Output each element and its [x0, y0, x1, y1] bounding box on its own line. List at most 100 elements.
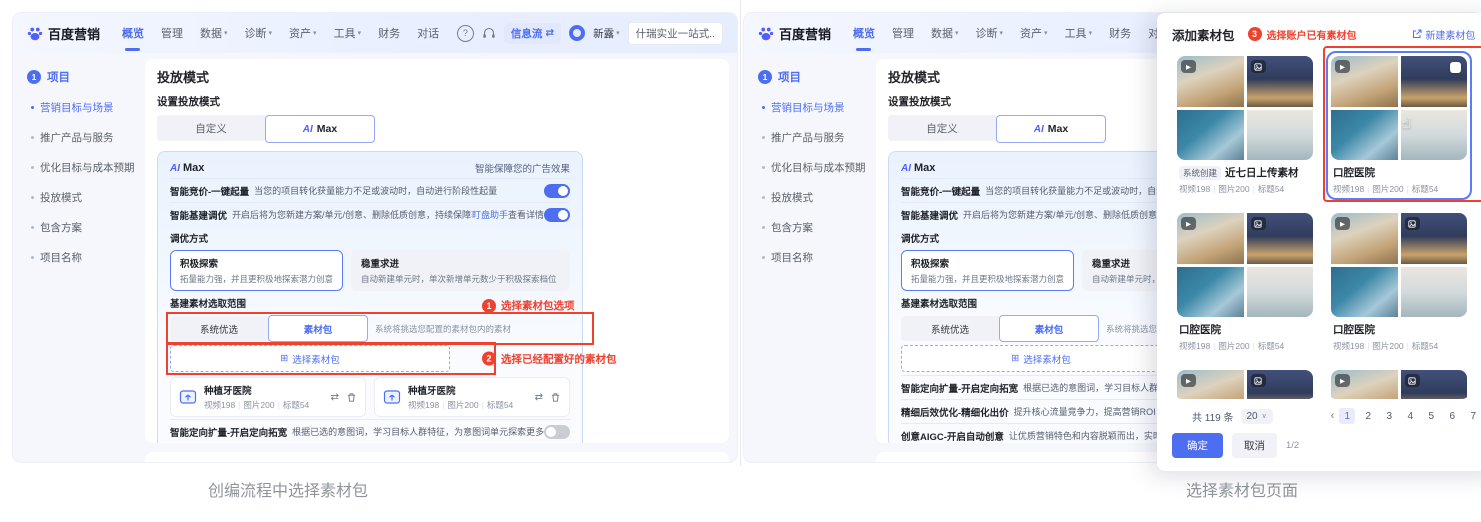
- scope-tab-system[interactable]: 系统优选: [901, 316, 999, 341]
- new-package-link[interactable]: 新建素材包: [1412, 27, 1475, 42]
- confirm-button[interactable]: 确定: [1172, 433, 1223, 458]
- page-7[interactable]: 7: [1465, 408, 1481, 424]
- annotation-step-1: 1 选择素材包选项: [482, 298, 575, 313]
- smart-bidding-row: 智能竞价-一键起量 当您的项目转化获量能力不足或波动时，自动进行阶段性起量: [170, 178, 570, 202]
- smart-infra-toggle[interactable]: [544, 207, 570, 222]
- page-3[interactable]: 3: [1381, 408, 1397, 424]
- sidebar-item-delivery-mode[interactable]: 投放模式: [27, 190, 145, 205]
- nav-item-finance[interactable]: 财务: [1109, 25, 1131, 41]
- delete-icon[interactable]: [346, 392, 357, 403]
- headset-icon[interactable]: [482, 27, 496, 40]
- package-meta: 视频198 | 图片200 | 标题54: [1179, 341, 1285, 351]
- page-size-select[interactable]: 20 ∨: [1240, 408, 1273, 424]
- annotation-step-2: 2 选择已经配置好的素材包: [482, 351, 617, 366]
- thumbnail: [1246, 266, 1313, 317]
- nav-item-overview[interactable]: 概览: [853, 25, 875, 51]
- avatar[interactable]: [569, 25, 586, 41]
- sidebar-item-included-plan[interactable]: 包含方案: [758, 220, 876, 235]
- nav-item-tools[interactable]: 工具 ▾: [334, 25, 362, 41]
- external-link-icon: [1413, 29, 1422, 38]
- thumbnail-grid: ▶: [1331, 213, 1467, 317]
- page-indicator: 1/2: [1286, 440, 1300, 451]
- scope-tab-package[interactable]: 素材包: [999, 315, 1099, 342]
- material-package-card-selected[interactable]: ▶ ☝ 口腔医院 视频198 | 图片200 | 标题54: [1326, 51, 1472, 200]
- thumbnail: [1331, 266, 1398, 317]
- comparison-screenshot: 百度营销 概览 管理 数据 ▾ 诊断 ▾ 资产 ▾ 工具 ▾ 财务 对话 ? 信息流 ⇄ …: [0, 0, 1481, 522]
- modal-footer: 确定 取消 1/2: [1172, 433, 1481, 458]
- tab-ai-max[interactable]: AI Max: [996, 115, 1106, 143]
- swap-icon[interactable]: ⇄: [331, 392, 339, 403]
- nav-item-assets[interactable]: 资产 ▾: [1020, 25, 1048, 41]
- page-1[interactable]: 1: [1339, 408, 1356, 424]
- help-icon[interactable]: ?: [456, 24, 474, 42]
- swap-icon[interactable]: ⇄: [535, 392, 543, 403]
- option-steady-progress[interactable]: 稳重求进自动新建单元时，单次新增单元数少于积极探索档位: [351, 250, 570, 291]
- material-package-card[interactable]: ▶ 口腔医院 视频198 | 图片200 | 标题54: [1172, 208, 1318, 357]
- scope-tab-package[interactable]: 素材包: [268, 315, 368, 342]
- panel-divider: [740, 0, 741, 466]
- nav-item-overview[interactable]: 概览: [122, 25, 144, 51]
- user-menu[interactable]: 新露 ▾: [593, 26, 620, 41]
- page-5[interactable]: 5: [1423, 408, 1439, 424]
- nav-item-manage[interactable]: 管理: [892, 25, 914, 41]
- material-package-card[interactable]: ▶ 口腔医院 视频198 | 图片200 | 标题54: [1326, 208, 1472, 357]
- select-package-button[interactable]: ⊞ 选择素材包: [170, 345, 450, 372]
- delete-icon[interactable]: [550, 392, 561, 403]
- nav-item-data[interactable]: 数据 ▾: [931, 25, 959, 41]
- select-package-button[interactable]: ⊞ 选择素材包: [901, 345, 1181, 372]
- thumbnail-grid: ▶: [1331, 56, 1467, 160]
- tab-custom[interactable]: 自定义: [888, 115, 996, 141]
- smart-bidding-toggle[interactable]: [544, 183, 570, 198]
- package-card[interactable]: 种植牙医院 视频198 | 图片200 | 标题54 ⇄: [170, 377, 366, 417]
- account-selector[interactable]: 什瑞实业一站式..: [627, 21, 723, 45]
- bullet-dot: [762, 136, 765, 139]
- package-card[interactable]: 种植牙医院 视频198 | 图片200 | 标题54 ⇄: [374, 377, 570, 417]
- material-package-card[interactable]: ▶: [1326, 365, 1472, 401]
- material-package-card[interactable]: ▶ 系统创建 近七日上传素材 视频198 | 图片200 | 标题54: [1172, 51, 1318, 200]
- sidebar-item-delivery-mode[interactable]: 投放模式: [758, 190, 876, 205]
- option-aggressive-explore[interactable]: 积极探索 拓量能力强，并且更积极地探索潜力创意: [901, 250, 1075, 291]
- nav-item-assets[interactable]: 资产 ▾: [289, 25, 317, 41]
- dingpan-assistant-link[interactable]: 盯盘助手: [472, 208, 508, 221]
- sidebar-item-optimization-cost[interactable]: 优化目标与成本预期: [758, 160, 876, 175]
- nav-item-diagnosis[interactable]: 诊断 ▾: [976, 25, 1004, 41]
- section-title: 推广时间与地域: [157, 460, 717, 462]
- sidebar-item-marketing-goal[interactable]: 营销目标与场景: [27, 100, 145, 115]
- brand-logo[interactable]: 百度营销: [758, 24, 831, 43]
- nav-item-tools[interactable]: 工具 ▾: [1065, 25, 1093, 41]
- nav-item-diagnosis[interactable]: 诊断 ▾: [245, 25, 273, 41]
- product-switch[interactable]: 信息流 ⇄: [503, 22, 562, 44]
- sidebar-item-project-name[interactable]: 项目名称: [27, 250, 145, 265]
- tab-custom[interactable]: 自定义: [157, 115, 265, 141]
- nav-item-chat[interactable]: 对话: [417, 25, 439, 41]
- sidebar-item-optimization-cost[interactable]: 优化目标与成本预期: [27, 160, 145, 175]
- mode-label: 设置投放模式: [157, 96, 220, 108]
- material-package-card[interactable]: ▶: [1172, 365, 1318, 401]
- sidebar-item-included-plan[interactable]: 包含方案: [27, 220, 145, 235]
- package-name-row: 口腔医院: [1333, 167, 1375, 179]
- thumbnail: ▶: [1177, 56, 1244, 107]
- thumbnail: [1400, 213, 1467, 264]
- page-4[interactable]: 4: [1402, 408, 1418, 424]
- delivery-mode-card: 投放模式 设置投放模式 自定义 AIMax AIMax 智能保障您的广告效果 智…: [145, 59, 729, 443]
- sidebar-item-product-service[interactable]: 推广产品与服务: [758, 130, 876, 145]
- page-6[interactable]: 6: [1444, 408, 1460, 424]
- scope-tab-system[interactable]: 系统优选: [170, 316, 268, 341]
- nav-item-finance[interactable]: 财务: [378, 25, 400, 41]
- prev-page-arrow[interactable]: ‹: [1331, 410, 1335, 422]
- pager: ‹ 1 2 3 4 5 6 7 ›: [1331, 408, 1481, 424]
- nav-item-manage[interactable]: 管理: [161, 25, 183, 41]
- checkbox[interactable]: [1450, 62, 1461, 73]
- cancel-button[interactable]: 取消: [1232, 433, 1277, 458]
- sidebar-item-marketing-goal[interactable]: 营销目标与场景: [758, 100, 876, 115]
- option-aggressive-explore[interactable]: 积极探索 拓量能力强，并且更积极地探索潜力创意: [170, 250, 344, 291]
- brand-logo[interactable]: 百度营销: [27, 24, 100, 43]
- package-actions: ⇄: [331, 392, 357, 403]
- tab-ai-max[interactable]: AI Max: [265, 115, 375, 143]
- sidebar-item-product-service[interactable]: 推广产品与服务: [27, 130, 145, 145]
- targeting-expansion-toggle[interactable]: [544, 424, 570, 439]
- nav-item-data[interactable]: 数据 ▾: [200, 25, 228, 41]
- package-meta: 视频198 | 图片200 | 标题54: [408, 400, 514, 410]
- sidebar-item-project-name[interactable]: 项目名称: [758, 250, 876, 265]
- page-2[interactable]: 2: [1360, 408, 1376, 424]
